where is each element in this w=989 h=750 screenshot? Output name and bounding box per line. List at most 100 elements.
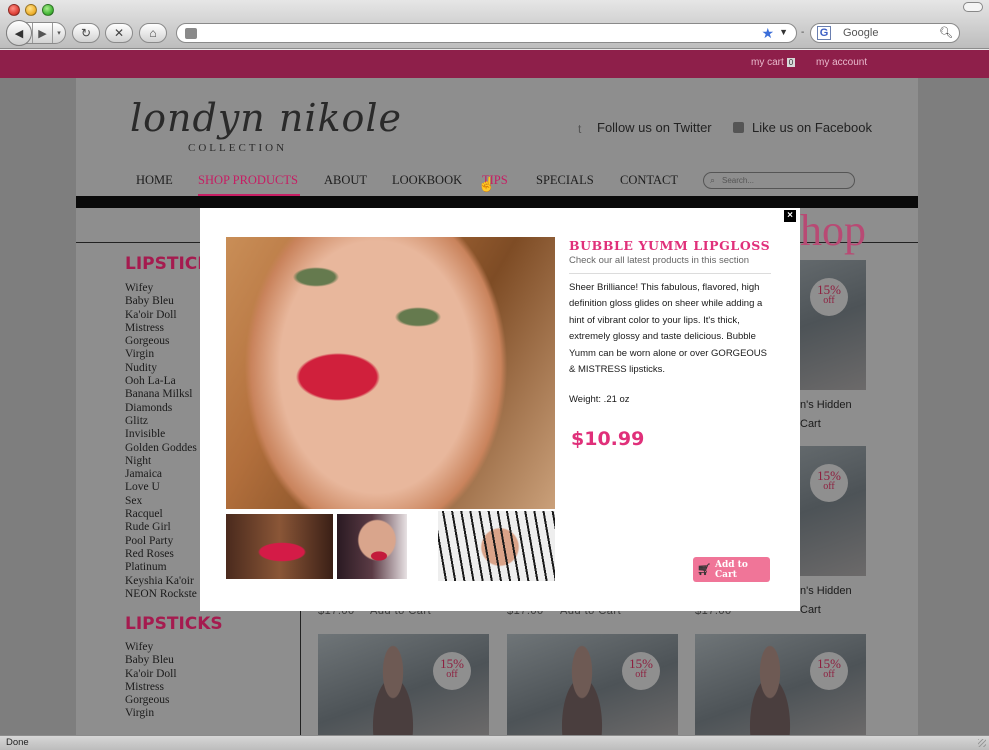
browser-status-bar: Done <box>0 735 989 750</box>
sidebar-item[interactable]: Virgin <box>125 707 203 720</box>
site-search-input[interactable]: ⌕ Search... <box>703 172 855 189</box>
forward-button[interactable]: ▶ <box>33 23 53 43</box>
hand-cursor-icon: ☝ <box>478 176 496 192</box>
sidebar-item[interactable]: Ooh La-La <box>125 375 203 388</box>
nav-home[interactable]: HOME <box>136 173 173 188</box>
sidebar-item[interactable]: Baby Bleu <box>125 654 203 667</box>
sidebar-item[interactable]: Love U <box>125 481 203 494</box>
my-cart-link[interactable]: my cart 0 <box>751 57 796 68</box>
sidebar-list-1: Wifey Baby Bleu Ka'oir Doll Mistress Gor… <box>125 282 203 601</box>
product-card[interactable]: 15% off <box>318 634 489 735</box>
sidebar-heading: LIPSTICKS <box>125 614 223 634</box>
discount-badge: 15% off <box>622 652 660 690</box>
search-placeholder: Google <box>843 27 879 39</box>
status-text: Done <box>6 737 29 748</box>
history-dropdown-button[interactable]: ▾ <box>53 23 65 43</box>
toolbar-toggle-button[interactable] <box>963 2 983 12</box>
add-to-cart-button[interactable]: 🛒︎ Add to Cart <box>693 557 770 582</box>
discount-badge: 15% off <box>810 652 848 690</box>
bookmark-star-icon[interactable]: ★ <box>761 25 774 42</box>
sidebar-item[interactable]: Gorgeous <box>125 335 203 348</box>
cart-icon: 🛒︎ <box>697 563 711 576</box>
discount-badge: 15% off <box>810 278 848 316</box>
site-icon <box>185 28 197 39</box>
my-cart-label: my cart <box>751 57 784 68</box>
sidebar-item[interactable]: Night <box>125 455 203 468</box>
nav-specials[interactable]: SPECIALS <box>536 173 594 188</box>
sidebar-item[interactable]: Rude Girl <box>125 521 203 534</box>
product-cart-link[interactable]: Cart <box>800 604 821 616</box>
address-bar[interactable]: ★ ▼ <box>176 23 797 43</box>
back-circle-button[interactable]: ◀ <box>6 20 32 46</box>
modal-description: Sheer Brilliance! This fabulous, flavore… <box>569 282 767 376</box>
cart-count-badge: 0 <box>786 58 796 67</box>
product-main-image <box>226 237 555 509</box>
product-card[interactable]: 15% off <box>507 634 678 735</box>
reload-button[interactable]: ↻ <box>72 23 100 43</box>
logo-script: londyn nikole <box>130 96 403 140</box>
product-thumbnail-1[interactable] <box>226 514 333 579</box>
facebook-icon <box>733 122 744 133</box>
search-field[interactable]: G Google 🔍︎ <box>810 23 960 43</box>
facebook-link[interactable]: Like us on Facebook <box>733 120 872 135</box>
my-account-link[interactable]: my account <box>816 57 867 68</box>
modal-weight: Weight: .21 oz <box>569 394 630 405</box>
sidebar-item[interactable]: Virgin <box>125 348 203 361</box>
minimize-window-button[interactable] <box>25 4 37 16</box>
reload-icon: ↻ <box>80 26 92 40</box>
sidebar-item[interactable]: Golden Goddes <box>125 442 203 455</box>
product-image <box>735 642 805 735</box>
product-image <box>547 642 617 735</box>
address-dropdown-icon[interactable]: ▼ <box>779 27 788 37</box>
sidebar-list-2: Wifey Baby Bleu Ka'oir Doll Mistress Gor… <box>125 641 203 721</box>
sidebar-item[interactable]: Wifey <box>125 282 203 295</box>
nav-about[interactable]: ABOUT <box>324 173 367 188</box>
nav-contact[interactable]: CONTACT <box>620 173 678 188</box>
modal-product-title: BUBBLE YUMM LIPGLOSS <box>569 238 771 253</box>
discount-badge: 15% off <box>810 464 848 502</box>
site-search-placeholder: Search... <box>722 176 755 185</box>
sidebar-item[interactable]: Jamaica <box>125 468 203 481</box>
twitter-link[interactable]: t Follow us on Twitter <box>578 120 712 136</box>
nav-lookbook[interactable]: LOOKBOOK <box>392 173 462 188</box>
close-window-button[interactable] <box>8 4 20 16</box>
zoom-window-button[interactable] <box>42 4 54 16</box>
sidebar-item[interactable]: Banana Milksl <box>125 388 203 401</box>
stop-button[interactable]: ✕ <box>105 23 133 43</box>
product-name[interactable]: n's Hidden <box>800 585 852 597</box>
product-thumbnail-3[interactable] <box>438 511 555 581</box>
sidebar-item[interactable]: Keyshia Ka'oir <box>125 575 203 588</box>
magnifier-icon: 🔍︎ <box>939 27 953 39</box>
sidebar-item[interactable]: Racquel <box>125 508 203 521</box>
sidebar-item[interactable]: Ka'oir Doll <box>125 668 203 681</box>
product-cart-link[interactable]: Cart <box>800 418 821 430</box>
discount-badge: 15% off <box>433 652 471 690</box>
sidebar-item[interactable]: Invisible <box>125 428 203 441</box>
product-card[interactable]: 15% off <box>695 634 866 735</box>
sidebar-item[interactable]: Gorgeous <box>125 694 203 707</box>
sidebar-item[interactable]: Mistress <box>125 322 203 335</box>
site-logo[interactable]: londyn nikole COLLECTION <box>130 96 403 154</box>
home-button[interactable]: ⌂ <box>139 23 167 43</box>
product-image <box>358 642 428 735</box>
sidebar-item[interactable]: Diamonds <box>125 402 203 415</box>
sidebar-item[interactable]: Pool Party <box>125 535 203 548</box>
sidebar-item[interactable]: Mistress <box>125 681 203 694</box>
sidebar-item[interactable]: Nudity <box>125 362 203 375</box>
sidebar-item[interactable]: Ka'oir Doll <box>125 309 203 322</box>
sidebar-item[interactable]: Glitz <box>125 415 203 428</box>
product-name[interactable]: n's Hidden <box>800 399 852 411</box>
nav-shop-products[interactable]: SHOP PRODUCTS <box>198 173 298 188</box>
sidebar-item[interactable]: Platinum <box>125 561 203 574</box>
home-icon: ⌂ <box>149 26 157 40</box>
sidebar-item[interactable]: Red Roses <box>125 548 203 561</box>
modal-close-button[interactable]: × <box>784 210 796 222</box>
sidebar-item[interactable]: Sex <box>125 495 203 508</box>
sidebar-item[interactable]: Wifey <box>125 641 203 654</box>
sidebar-item[interactable]: Baby Bleu <box>125 295 203 308</box>
forward-icon: ▶ <box>38 27 47 40</box>
stop-icon: ✕ <box>113 26 125 40</box>
product-thumbnail-2[interactable] <box>337 514 407 579</box>
sidebar-item[interactable]: NEON Rockste <box>125 588 203 601</box>
resize-grip-icon[interactable] <box>978 739 986 747</box>
